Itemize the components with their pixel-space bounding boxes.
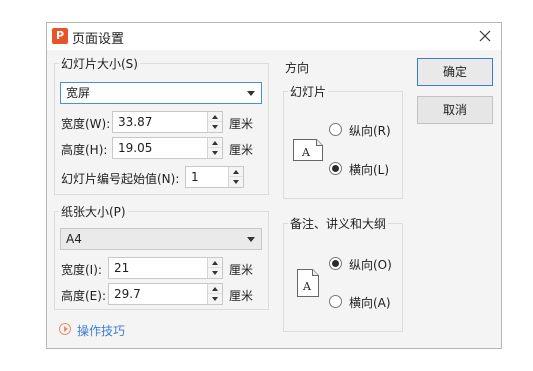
close-button[interactable] xyxy=(475,26,495,46)
spin-down-icon[interactable] xyxy=(208,294,222,304)
slide-height-label: 高度(H): xyxy=(61,143,108,157)
paper-size-select[interactable]: A4 xyxy=(60,228,262,250)
slide-portrait-radio[interactable] xyxy=(329,123,342,136)
ok-button[interactable]: 确定 xyxy=(417,58,493,86)
slide-icon-letter: A xyxy=(301,146,311,159)
slide-landscape-radio[interactable] xyxy=(329,162,342,175)
spinner-buttons xyxy=(207,284,222,304)
spin-up-icon[interactable] xyxy=(208,284,222,294)
page-setup-dialog: P 页面设置 幻灯片大小(S) 宽屏 宽度(W): 33.87 厘米 高度(H)… xyxy=(46,22,502,349)
slide-height-spinbox[interactable]: 19.05 xyxy=(112,137,223,159)
paper-height-spinbox[interactable]: 29.7 xyxy=(108,283,223,305)
chevron-down-icon xyxy=(247,237,255,242)
spin-up-icon[interactable] xyxy=(229,167,243,177)
slide-landscape-label[interactable]: 横向(L) xyxy=(349,161,389,178)
spin-up-icon[interactable] xyxy=(208,138,222,148)
spin-down-icon[interactable] xyxy=(208,122,222,132)
slide-size-selected: 宽屏 xyxy=(66,86,91,100)
landscape-page-icon: A xyxy=(293,139,323,161)
paper-width-label: 宽度(I): xyxy=(61,263,102,277)
paper-size-legend: 纸张大小(P) xyxy=(61,205,126,219)
chevron-down-icon xyxy=(247,91,255,96)
slide-width-unit: 厘米 xyxy=(229,117,254,131)
notes-orientation-legend: 备注、讲义和大纲 xyxy=(290,217,387,231)
slide-portrait-label[interactable]: 纵向(R) xyxy=(349,122,391,139)
slide-width-spinbox[interactable]: 33.87 xyxy=(112,111,223,133)
slide-height-value[interactable]: 19.05 xyxy=(118,138,152,158)
paper-height-unit: 厘米 xyxy=(229,289,254,303)
paper-size-selected: A4 xyxy=(66,232,82,246)
close-icon xyxy=(479,30,491,42)
slide-width-value[interactable]: 33.87 xyxy=(118,112,152,132)
spin-down-icon[interactable] xyxy=(229,177,243,187)
play-circle-icon xyxy=(59,323,71,335)
paper-width-spinbox[interactable]: 21 xyxy=(108,257,223,279)
slide-number-start-spinbox[interactable]: 1 xyxy=(185,166,244,188)
slide-width-label: 宽度(W): xyxy=(61,117,111,131)
paper-height-value[interactable]: 29.7 xyxy=(114,284,141,304)
slide-orientation-legend: 幻灯片 xyxy=(290,85,327,99)
spin-down-icon[interactable] xyxy=(208,148,222,158)
notes-landscape-radio[interactable] xyxy=(329,295,342,308)
paper-width-value[interactable]: 21 xyxy=(114,258,129,278)
slide-number-start-value[interactable]: 1 xyxy=(191,167,199,187)
slide-height-unit: 厘米 xyxy=(229,143,254,157)
spin-up-icon[interactable] xyxy=(208,258,222,268)
spin-up-icon[interactable] xyxy=(208,112,222,122)
paper-height-label: 高度(E): xyxy=(61,289,106,303)
wps-presentation-icon: P xyxy=(52,28,68,44)
notes-landscape-label[interactable]: 横向(A) xyxy=(349,294,391,311)
spinner-buttons xyxy=(228,167,243,187)
notes-portrait-label[interactable]: 纵向(O) xyxy=(349,256,392,273)
spin-down-icon[interactable] xyxy=(208,268,222,278)
slide-number-start-label: 幻灯片编号起始值(N): xyxy=(61,172,180,186)
notes-portrait-radio[interactable] xyxy=(329,257,342,270)
cancel-button[interactable]: 取消 xyxy=(417,96,493,124)
spinner-buttons xyxy=(207,112,222,132)
paper-width-unit: 厘米 xyxy=(229,263,254,277)
spinner-buttons xyxy=(207,138,222,158)
spinner-buttons xyxy=(207,258,222,278)
notes-icon-letter: A xyxy=(302,280,312,293)
dialog-title: 页面设置 xyxy=(72,32,125,47)
slide-size-select[interactable]: 宽屏 xyxy=(60,82,262,104)
orientation-title: 方向 xyxy=(285,61,310,75)
portrait-page-icon: A xyxy=(297,269,319,297)
slide-size-legend: 幻灯片大小(S) xyxy=(61,57,138,71)
operation-tips-label[interactable]: 操作技巧 xyxy=(77,322,125,339)
title-bar: P 页面设置 xyxy=(47,23,501,50)
